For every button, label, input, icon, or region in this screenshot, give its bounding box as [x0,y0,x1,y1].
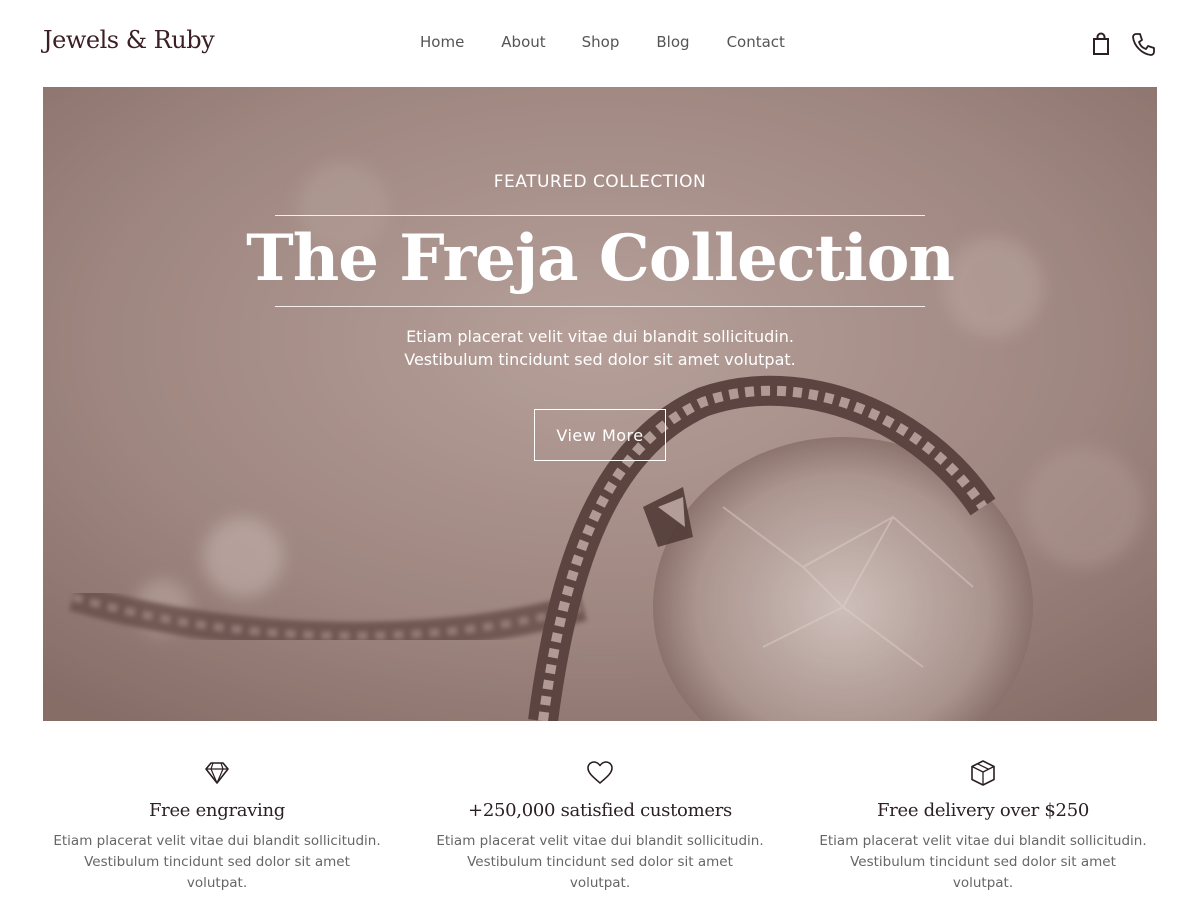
site-logo[interactable]: Jewels & Ruby [43,26,215,54]
phone-icon[interactable] [1130,30,1156,58]
feature-title: Free engraving [148,800,286,821]
box-icon [971,760,995,786]
shopping-bag-icon[interactable] [1088,30,1114,58]
feature-customers: +250,000 satisfied customers Etiam place… [435,758,765,894]
feature-engraving: Free engraving Etiam placerat velit vita… [52,758,382,894]
heart-icon [587,761,613,784]
main-nav: Home About Shop Blog Contact [420,33,785,51]
feature-delivery: Free delivery over $250 Etiam placerat v… [818,758,1148,894]
hero-divider-top [275,215,925,216]
feature-text: Etiam placerat velit vitae dui blandit s… [53,833,381,891]
site-header: Jewels & Ruby Home About Shop Blog Conta… [0,0,1200,87]
hero-eyebrow: FEATURED COLLECTION [493,172,707,192]
hero-divider-bottom [275,306,925,307]
nav-home[interactable]: Home [420,33,464,51]
nav-shop[interactable]: Shop [582,33,620,51]
view-more-button[interactable]: View More [534,409,666,461]
diamond-icon [205,762,229,784]
hero-description: Etiam placerat velit vitae dui blandit s… [404,327,796,369]
feature-text: Etiam placerat velit vitae dui blandit s… [819,833,1147,891]
nav-blog[interactable]: Blog [656,33,689,51]
nav-about[interactable]: About [501,33,545,51]
hero-banner: FEATURED COLLECTION The Freja Collection… [43,87,1157,721]
nav-contact[interactable]: Contact [727,33,785,51]
feature-title: Free delivery over $250 [876,800,1090,821]
hero-title: The Freja Collection [246,221,955,296]
feature-title: +250,000 satisfied customers [468,800,732,821]
feature-text: Etiam placerat velit vitae dui blandit s… [436,833,764,891]
